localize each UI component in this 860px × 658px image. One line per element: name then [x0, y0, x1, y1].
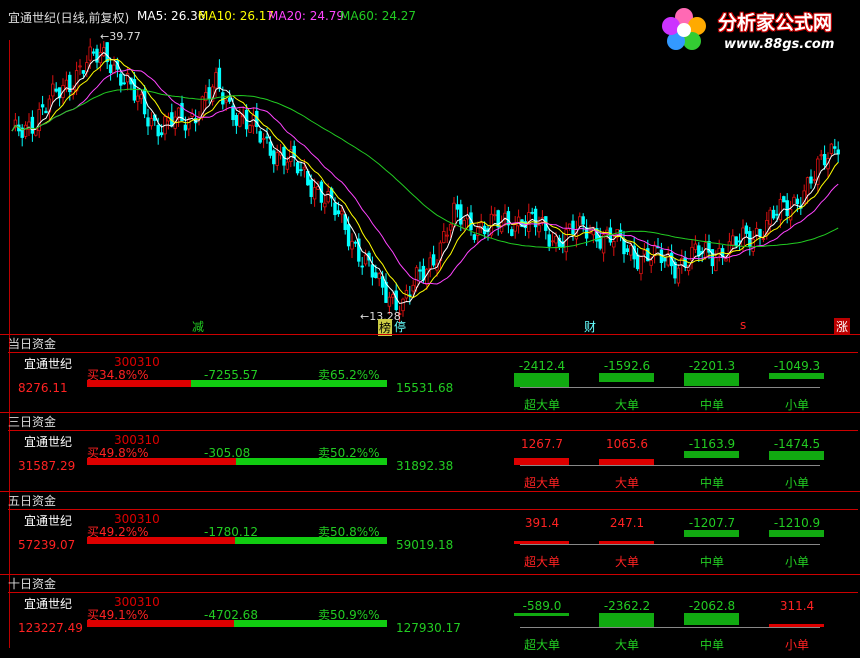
flow-value: -2201.3 [688, 359, 736, 373]
panel-title: 当日资金 [8, 337, 57, 351]
flow-value: -1163.9 [688, 437, 736, 451]
flow-bar [769, 530, 824, 537]
flow-value: -1592.6 [603, 359, 651, 373]
sell-amount: 31892.38 [396, 459, 454, 473]
panel-divider [8, 592, 858, 593]
flow-value: -1207.7 [688, 516, 736, 530]
flow-value: -2412.4 [518, 359, 566, 373]
signal-6: 涨 [834, 318, 851, 335]
flow-bar [599, 613, 654, 627]
signal-5: s [740, 318, 747, 332]
flow-value: -2062.8 [688, 599, 736, 613]
sell-amount: 127930.17 [396, 621, 461, 635]
flow-label: 超大单 [523, 555, 560, 569]
flow-baseline [520, 627, 820, 628]
ma60-label: MA60: 24.27 [340, 9, 417, 23]
flow-value: -589.0 [522, 599, 562, 613]
panel-title: 三日资金 [8, 415, 57, 429]
flow-bar [514, 458, 569, 465]
flower-logo-icon [662, 8, 706, 50]
logo-url: www.88gs.com [724, 37, 835, 52]
signal-3: 停 [394, 320, 407, 334]
flow-value: -2362.2 [603, 599, 651, 613]
sell-bar [234, 620, 387, 627]
flow-bar [684, 530, 739, 537]
flow-baseline [520, 465, 820, 466]
flow-label: 中单 [699, 638, 724, 652]
flow-value: -1210.9 [773, 516, 821, 530]
flow-bar [769, 373, 824, 379]
flow-value: -1474.5 [773, 437, 821, 451]
flow-bar [769, 451, 824, 460]
flow-value: 247.1 [609, 516, 645, 530]
panel-divider [8, 430, 858, 431]
flow-bar [684, 451, 739, 458]
buy-bar [87, 537, 235, 544]
flow-bar [514, 373, 569, 387]
flow-label: 超大单 [523, 398, 560, 412]
buy-bar [87, 620, 234, 627]
buy-bar [87, 458, 236, 465]
sell-bar [235, 537, 387, 544]
flow-baseline [520, 387, 820, 388]
high-price-label: ←39.77 [100, 30, 141, 43]
flow-value: 311.4 [779, 599, 815, 613]
flow-label: 小单 [784, 398, 809, 412]
buy-amount: 57239.07 [18, 538, 76, 552]
flow-baseline [520, 544, 820, 545]
ma5-label: MA5: 26.36 [137, 9, 206, 23]
stock-name: 宜通世纪 [24, 435, 73, 449]
flow-label: 小单 [784, 638, 809, 652]
buy-bar [87, 380, 191, 387]
flow-label: 大单 [614, 398, 639, 412]
signal-1: 减 [192, 320, 205, 334]
stock-name: 宜通世纪 [24, 597, 73, 611]
panel-title: 十日资金 [8, 577, 57, 591]
ma20-label: MA20: 24.79 [268, 9, 345, 23]
logo-title: 分析家公式网 [718, 12, 833, 34]
buy-amount: 31587.29 [18, 459, 76, 473]
buy-amount: 8276.11 [18, 381, 68, 395]
signal-4: 财 [584, 320, 597, 334]
flow-label: 小单 [784, 555, 809, 569]
flow-label: 大单 [614, 638, 639, 652]
flow-bar [514, 613, 569, 616]
panel-title: 五日资金 [8, 494, 57, 508]
sell-amount: 15531.68 [396, 381, 454, 395]
fund-panel: 十日资金 300310 宜通世纪 买49.1%% -4702.68 卖50.9%… [0, 574, 860, 658]
flow-bar [684, 373, 739, 386]
flow-label: 超大单 [523, 638, 560, 652]
flow-label: 超大单 [523, 476, 560, 490]
flow-value: 391.4 [524, 516, 560, 530]
flow-label: 大单 [614, 476, 639, 490]
flow-bar [684, 613, 739, 625]
flow-label: 中单 [699, 555, 724, 569]
fund-panel: 当日资金 300310 宜通世纪 买34.8%% -7255.57 卖65.2%… [0, 334, 860, 418]
sell-amount: 59019.18 [396, 538, 454, 552]
flow-label: 中单 [699, 476, 724, 490]
stock-name: 宜通世纪 [24, 357, 73, 371]
sell-bar [191, 380, 387, 387]
flow-value: 1065.6 [606, 437, 648, 451]
fund-panel: 三日资金 300310 宜通世纪 买49.8%% -305.08 卖50.2%%… [0, 412, 860, 496]
flow-value: 1267.7 [521, 437, 563, 451]
stock-name: 宜通世纪 [24, 514, 73, 528]
flow-bar [599, 373, 654, 382]
flow-label: 大单 [614, 555, 639, 569]
sell-bar [236, 458, 387, 465]
flow-label: 中单 [699, 398, 724, 412]
buy-amount: 123227.49 [18, 621, 83, 635]
panel-divider [8, 509, 858, 510]
panel-divider [8, 352, 858, 353]
flow-label: 小单 [784, 476, 809, 490]
ma10-label: MA10: 26.17 [198, 9, 275, 23]
site-logo: 分析家公式网 www.88gs.com [654, 2, 860, 60]
flow-value: -1049.3 [773, 359, 821, 373]
stock-title: 宜通世纪(日线,前复权) [8, 11, 130, 25]
fund-panel: 五日资金 300310 宜通世纪 买49.2%% -1780.12 卖50.8%… [0, 491, 860, 575]
